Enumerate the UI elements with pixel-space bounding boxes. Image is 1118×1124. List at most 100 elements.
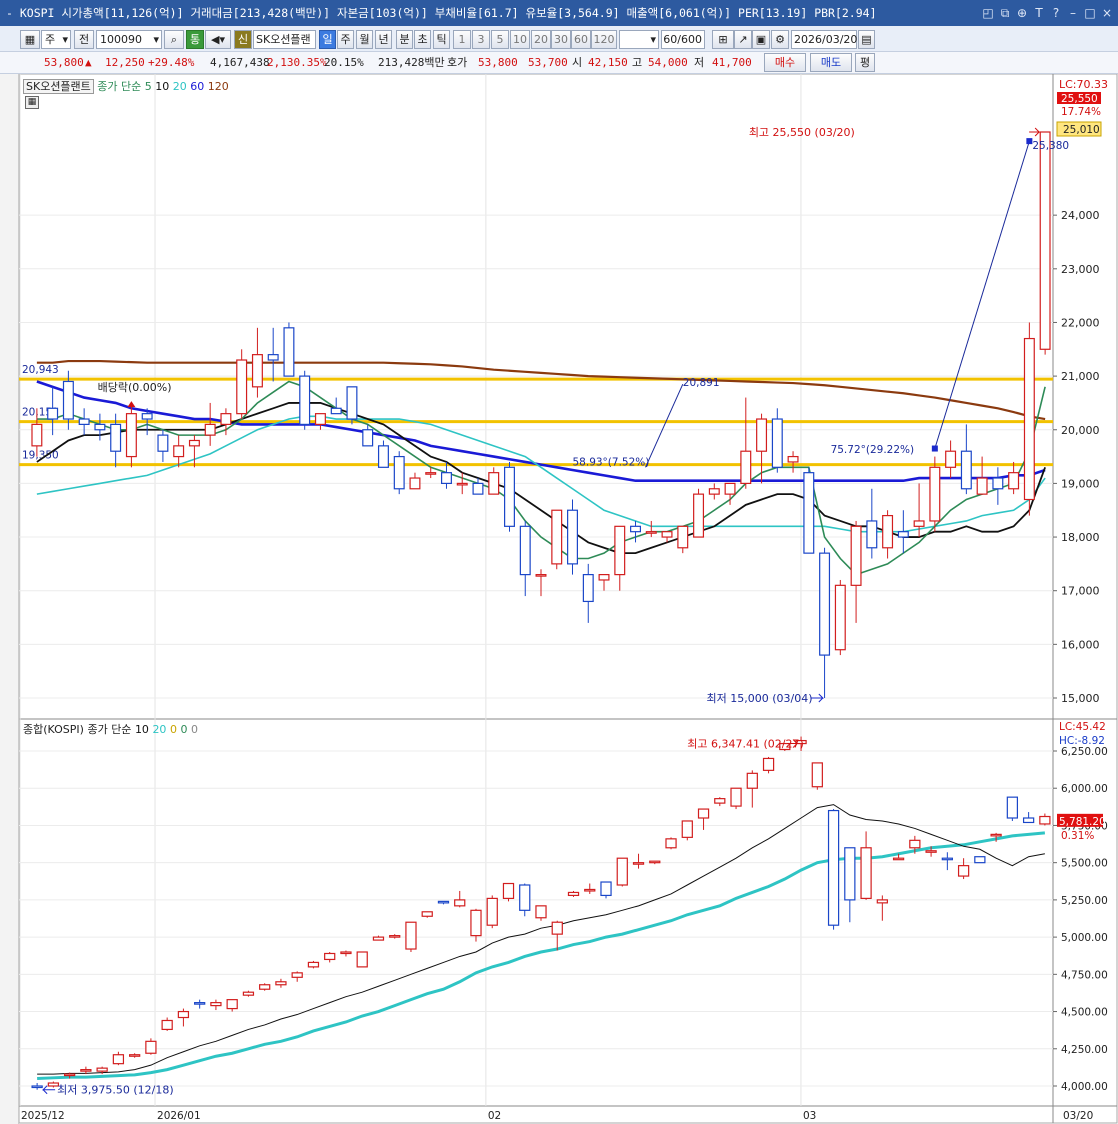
- legend-ma60: 60: [190, 80, 205, 93]
- pin-icon[interactable]: ⊕: [1015, 0, 1029, 26]
- sub-candle: [454, 899, 466, 907]
- trade-amount: 213,428백만: [378, 56, 445, 69]
- main-candle: [1039, 131, 1051, 350]
- sub-candle: [324, 952, 336, 961]
- y-tick-label: 15,000: [1061, 692, 1100, 705]
- num-button[interactable]: 3: [472, 30, 490, 49]
- period-week-button[interactable]: 주: [337, 30, 354, 49]
- legend-sub-ma20: 20: [152, 723, 167, 736]
- main-candle: [78, 418, 90, 425]
- gear-icon[interactable]: ⚙: [771, 30, 789, 49]
- period-second-button[interactable]: 초: [414, 30, 431, 49]
- num-button[interactable]: 10: [510, 30, 530, 49]
- sub-candle: [584, 888, 596, 892]
- main-candle: [787, 455, 799, 463]
- level-price-label: 25,010: [1063, 124, 1100, 136]
- help-icon[interactable]: ?: [1049, 0, 1063, 26]
- search-icon[interactable]: ⌕: [164, 30, 184, 49]
- sub-candle: [129, 1054, 141, 1057]
- main-candle: [472, 482, 484, 495]
- avg-button[interactable]: 평: [855, 53, 875, 72]
- num-button[interactable]: 1: [453, 30, 471, 49]
- num-button[interactable]: 120: [591, 30, 617, 49]
- x-tick-label: 2026/01: [157, 1110, 201, 1122]
- high-label: 고: [632, 56, 643, 69]
- sub-candle: [1006, 796, 1019, 819]
- copy-icon[interactable]: ⧉: [998, 0, 1012, 26]
- num-button[interactable]: 60: [571, 30, 591, 49]
- period-month-button[interactable]: 월: [356, 30, 373, 49]
- sub-candle: [112, 1054, 125, 1065]
- calendar-icon[interactable]: ▤: [858, 30, 875, 49]
- close-icon[interactable]: ×: [1100, 0, 1114, 26]
- level-label: 20,943: [22, 364, 59, 376]
- main-candle: [456, 482, 468, 486]
- period-year-button[interactable]: 년: [375, 30, 392, 49]
- last-price-label: 25,550: [1061, 93, 1098, 105]
- sub-candle: [600, 881, 612, 897]
- period-minute-button[interactable]: 분: [396, 30, 413, 49]
- sub-candle: [714, 798, 726, 804]
- sub-high-annotation: 최고 6,347.41 (02/27): [687, 738, 804, 751]
- legend-ma20: 20: [172, 80, 187, 93]
- chart-area[interactable]: 24,000 23,000 22,000 21,000 20,000 19,000 18,0…: [19, 74, 1118, 1124]
- trendline-top-label: 20,891: [683, 377, 720, 389]
- change-value: 12,250: [105, 56, 145, 69]
- sub-candle: [892, 857, 905, 861]
- sub-y-tick-label: 4,500.00: [1061, 1007, 1108, 1019]
- trendline-2: [934, 140, 1030, 449]
- save-icon[interactable]: ▣: [752, 30, 770, 49]
- main-candle: [756, 418, 768, 452]
- market-select[interactable]: 주 ▾: [41, 30, 71, 49]
- minimize-icon[interactable]: –: [1066, 0, 1080, 26]
- maximize-icon[interactable]: □: [1083, 0, 1097, 26]
- legend-sub-ma4: 0: [180, 723, 188, 736]
- sub-candle: [941, 857, 953, 861]
- main-candle: [897, 531, 909, 538]
- legend-index-name[interactable]: 종합(KOSPI): [23, 723, 84, 736]
- stock-name-field[interactable]: SK오션플랜: [253, 30, 316, 49]
- custom-period-input[interactable]: ▾: [619, 30, 659, 49]
- main-candle: [173, 445, 185, 458]
- table-icon[interactable]: ▦: [25, 96, 39, 109]
- sub-y-tick-label: 5,000.00: [1061, 932, 1108, 944]
- date-input[interactable]: 2026/03/20: [791, 30, 857, 49]
- text-icon[interactable]: T: [1032, 0, 1046, 26]
- num-button[interactable]: 20: [531, 30, 551, 49]
- sub-y-tick-label: 4,000.00: [1061, 1081, 1108, 1093]
- sub-candle: [616, 857, 628, 886]
- main-candle: [409, 477, 421, 490]
- grid-icon[interactable]: ▦: [20, 30, 40, 49]
- code-input[interactable]: 100090 ▾: [96, 30, 162, 49]
- main-candle: [157, 434, 169, 452]
- main-candle: [724, 482, 736, 495]
- indicator-icon[interactable]: ⊞: [712, 30, 734, 49]
- sell-button[interactable]: 매도: [810, 53, 852, 72]
- speaker-icon[interactable]: ◀▾: [205, 30, 231, 49]
- legend-sub-ma3: 0: [169, 723, 177, 736]
- sub-candle: [860, 847, 872, 899]
- sub-candle: [275, 981, 287, 986]
- draw-icon[interactable]: ↗: [734, 30, 752, 49]
- num-button[interactable]: 30: [551, 30, 571, 49]
- sin-badge[interactable]: 신: [234, 30, 252, 49]
- num-button[interactable]: 5: [491, 30, 509, 49]
- legend-stock-name[interactable]: SK오션플랜트: [23, 79, 94, 94]
- hoga-label: 호가: [447, 56, 468, 69]
- period-tick-button[interactable]: 틱: [433, 30, 450, 49]
- main-candle: [771, 418, 783, 468]
- tong-button[interactable]: 통: [186, 30, 204, 49]
- buy-button[interactable]: 매수: [764, 53, 806, 72]
- sub-ma10-line: [37, 804, 1045, 1075]
- count-input[interactable]: 60/600: [661, 30, 705, 49]
- main-candle: [488, 472, 500, 495]
- sub-y-tick-label: 5,250.00: [1061, 895, 1108, 907]
- jeon-button[interactable]: 전: [74, 30, 94, 49]
- chart-frame: [19, 74, 1118, 1124]
- sub-candle: [389, 935, 401, 938]
- sub-legend: 종합(KOSPI) 종가 단순 10 20 0 0 0: [23, 721, 198, 737]
- period-day-button[interactable]: 일: [319, 30, 336, 49]
- volume-ratio: 2,130.35%: [267, 56, 327, 69]
- restore-icon[interactable]: ◰: [981, 0, 995, 26]
- sub-last-pct-label: 0.31%: [1061, 830, 1094, 842]
